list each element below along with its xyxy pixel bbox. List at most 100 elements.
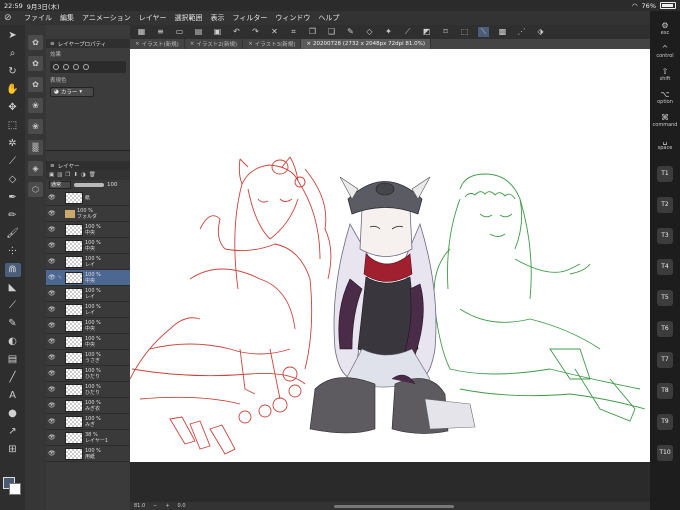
eye-icon[interactable]: 👁 (48, 450, 56, 457)
subtool-icon-3[interactable]: ✿ (28, 77, 43, 92)
move-tool-icon[interactable]: ✥ (5, 101, 21, 115)
option-key[interactable]: ⌥ option (657, 90, 673, 105)
eyedropper-icon[interactable]: ⟋ (402, 27, 413, 37)
layer-row[interactable]: 👁 100 % 中央 (46, 334, 130, 350)
layer-row[interactable]: 👁 100 % 中央 (46, 318, 130, 334)
space-key[interactable]: ␣ space (658, 136, 673, 151)
undo-icon[interactable]: ↶ (231, 27, 242, 37)
opacity-slider[interactable] (74, 183, 104, 187)
perspective-icon[interactable]: ⬗ (535, 27, 546, 37)
ruler-icon[interactable]: ⟍ (478, 27, 489, 37)
eye-icon[interactable]: 👁 (48, 402, 56, 409)
eye-icon[interactable]: 👁 (48, 210, 56, 217)
eye-icon[interactable]: 👁 (48, 434, 56, 441)
menu-filter[interactable]: フィルター (233, 13, 268, 23)
edit-pen-icon[interactable]: ✎ (57, 275, 63, 281)
menu-selection[interactable]: 選択範囲 (175, 13, 203, 23)
text-tool-icon[interactable]: A (5, 389, 21, 403)
menu-file[interactable]: ファイル (24, 13, 52, 23)
frame-tool-icon[interactable]: ⊞ (5, 443, 21, 457)
eraser-icon[interactable]: ◇ (364, 27, 375, 37)
tab-illust-1[interactable]: × イラスト(新規) (130, 39, 185, 49)
eye-icon[interactable]: 👁 (48, 322, 56, 329)
horizontal-scrollbar[interactable] (333, 504, 454, 508)
eye-icon[interactable]: 👁 (48, 242, 56, 249)
layer-row[interactable]: 👁 100 % ひだり (46, 366, 130, 382)
layer-row[interactable]: 👁 100 % レイ (46, 254, 130, 270)
function-key-t2[interactable]: T2 (657, 197, 673, 213)
layer-row[interactable]: 👁 100 % レイ (46, 302, 130, 318)
fill-icon[interactable]: ◩ (421, 27, 432, 37)
panel-menu-icon[interactable]: ≡ (50, 163, 55, 169)
copy-layer-icon[interactable]: ❐ (65, 172, 70, 178)
effect-radio[interactable] (73, 64, 79, 70)
sub-color[interactable] (9, 483, 21, 495)
zoom-in-icon[interactable]: + (165, 503, 169, 509)
layer-row[interactable]: 👁 38 % レイヤー1 (46, 430, 130, 446)
pen-tool-icon[interactable]: ✒ (5, 191, 21, 205)
delete-layer-icon[interactable]: 🗑 (89, 172, 96, 178)
function-key-t1[interactable]: T1 (657, 166, 673, 182)
eye-icon[interactable]: 👁 (48, 258, 56, 265)
pen-icon[interactable]: ✎ (345, 27, 356, 37)
function-key-t8[interactable]: T8 (657, 383, 673, 399)
subtool-icon-8[interactable]: ⬡ (28, 182, 43, 197)
layer-folder-row[interactable]: 👁 100 % フォルダ (46, 206, 130, 222)
app-logo-icon[interactable]: ⊘ (4, 13, 16, 23)
esc-key[interactable]: ⚙ esc (661, 21, 669, 36)
hand-tool-icon[interactable]: ✋ (5, 83, 21, 97)
redo-icon[interactable]: ↷ (250, 27, 261, 37)
eye-icon[interactable]: 👁 (48, 418, 56, 425)
layer-row[interactable]: 👁 100 % 中央 (46, 238, 130, 254)
operation-tool-icon[interactable]: ➤ (5, 29, 21, 43)
crop-icon[interactable]: ⌗ (288, 27, 299, 37)
menu-grid-icon[interactable]: ▦ (136, 27, 147, 37)
drawing-canvas[interactable] (130, 49, 650, 462)
menu-view[interactable]: 表示 (211, 13, 225, 23)
eye-icon[interactable]: 👁 (48, 274, 56, 281)
eye-icon[interactable]: 👁 (48, 386, 56, 393)
hamburger-icon[interactable]: ≡ (155, 27, 166, 37)
decoration-tool-icon[interactable]: ⋒ (4, 263, 21, 277)
eyedropper-tool-icon[interactable]: ⟋ (5, 155, 21, 169)
ruler-tool-icon[interactable]: ▤ (5, 353, 21, 367)
eye-icon[interactable]: 👁 (48, 290, 56, 297)
zoom-value[interactable]: 81.0 (134, 503, 145, 509)
subtool-icon-5[interactable]: ❀ (28, 119, 43, 134)
tab-illust-2[interactable]: × イラスト2(新規) (185, 39, 244, 49)
layer-panel-header[interactable]: ≡ レイヤー (46, 161, 130, 170)
fill-tool-icon[interactable]: ◣ (5, 281, 21, 295)
close-icon[interactable]: × (190, 41, 195, 47)
layer-row[interactable]: 👁 100 % うさぎ (46, 350, 130, 366)
layer-row[interactable]: 👁 100 % ひだり (46, 382, 130, 398)
airbrush-tool-icon[interactable]: ⸭ (5, 245, 21, 259)
effect-radio[interactable] (83, 64, 89, 70)
layer-row[interactable]: 👁 100 % 用紙 (46, 446, 130, 462)
function-key-t10[interactable]: T10 (657, 445, 673, 461)
subtool-icon-1[interactable]: ✿ (28, 35, 43, 50)
subtool-icon-7[interactable]: ◈ (28, 161, 43, 176)
control-key[interactable]: ^ control (656, 44, 673, 59)
transform-icon[interactable]: ⌑ (440, 27, 451, 37)
close-icon[interactable]: × (306, 41, 311, 47)
erase-icon[interactable]: ✕ (269, 27, 280, 37)
layer-row[interactable]: 👁 紙 (46, 190, 130, 206)
eye-icon[interactable]: 👁 (48, 338, 56, 345)
tab-active-document[interactable]: × 20200728 (2732 x 2048px 72dpi 81.0%) (301, 39, 432, 49)
figure-tool-icon[interactable]: ✎ (5, 317, 21, 331)
selection-tool-icon[interactable]: ⬚ (5, 119, 21, 133)
shift-key[interactable]: ⇧ shift (660, 67, 671, 82)
line-tool-icon[interactable]: ╱ (5, 371, 21, 385)
blend-mode-select[interactable]: 通常 (49, 181, 71, 189)
correct-line-tool-icon[interactable]: ↗ (5, 425, 21, 439)
menu-window[interactable]: ウィンドウ (275, 13, 310, 23)
subtool-icon-2[interactable]: ✿ (28, 56, 43, 71)
subtool-icon-6[interactable]: ▒ (28, 140, 43, 155)
gradient-tool-icon[interactable]: ⟋ (5, 299, 21, 313)
function-key-t4[interactable]: T4 (657, 259, 673, 275)
magic-wand-icon[interactable]: ✲ (5, 137, 21, 151)
panel-menu-icon[interactable]: ≡ (50, 41, 55, 47)
merge-icon[interactable]: ⬇ (73, 172, 78, 178)
new-folder-icon[interactable]: ▥ (57, 172, 62, 178)
new-layer-icon[interactable]: ▣ (49, 172, 54, 178)
